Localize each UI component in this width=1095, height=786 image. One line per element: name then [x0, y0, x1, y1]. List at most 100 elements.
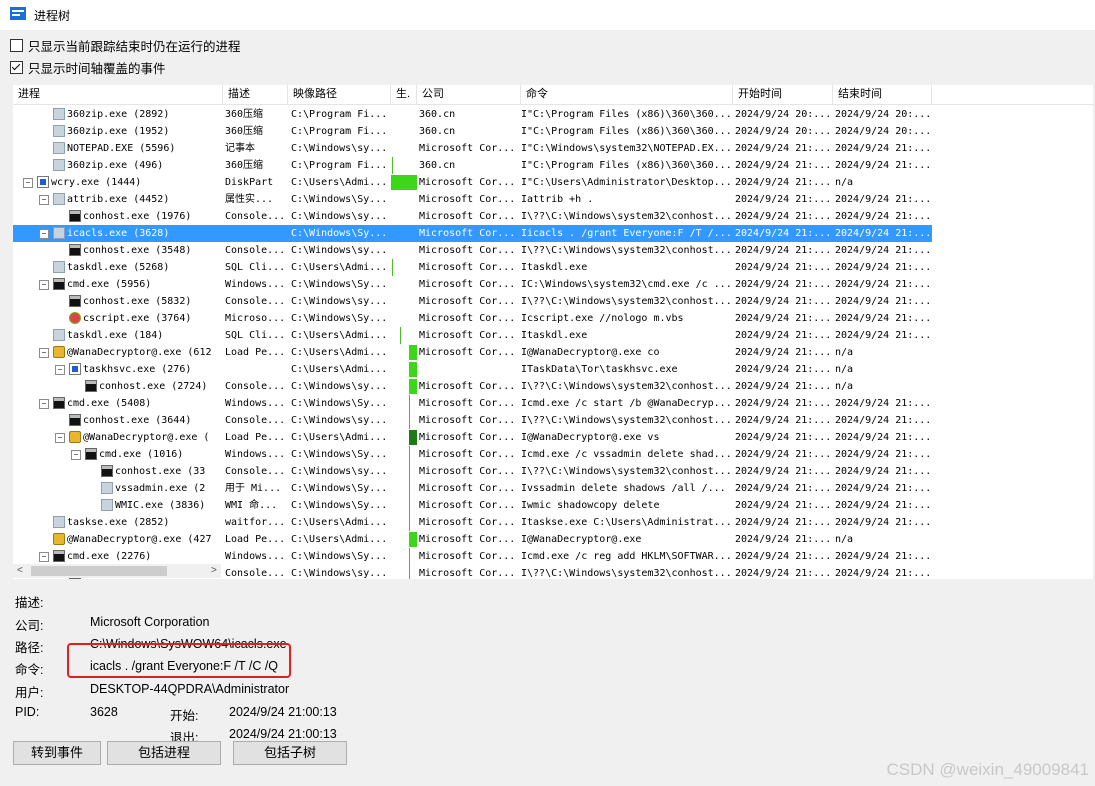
table-row[interactable]: − cmd.exe (5956) Windows... C:\Windows\Sy..…	[13, 276, 932, 293]
horizontal-scrollbar[interactable]: < >	[13, 564, 221, 578]
table-row[interactable]: − icacls.exe (3628) C:\Windows\Sy... Micros…	[13, 225, 932, 242]
goto-event-button[interactable]: 转到事件	[13, 741, 101, 765]
collapse-toggle-icon[interactable]: −	[39, 195, 49, 205]
col-header-path[interactable]: 映像路径	[288, 85, 391, 104]
process-command: Icscript.exe //nologo m.vbs	[521, 313, 684, 324]
table-row[interactable]: WMIC.exe (3836) WMI 命... C:\Windows\Sy... M…	[13, 497, 932, 514]
process-company: Microsoft Cor...	[419, 483, 516, 494]
table-row[interactable]: taskdl.exe (184) SQL Cli... C:\Users\Admi.…	[13, 327, 932, 344]
scroll-left-icon[interactable]: <	[17, 564, 23, 578]
wanadecryptor-icon	[69, 431, 81, 443]
table-row[interactable]: conhost.exe (1976) Console... C:\Windows\s…	[13, 208, 932, 225]
process-end-time: 2024/9/24 21:...	[835, 330, 931, 341]
col-header-command[interactable]: 命令	[521, 85, 733, 104]
timeline-marker	[409, 463, 410, 480]
collapse-toggle-icon[interactable]: −	[39, 348, 49, 358]
watermark: CSDN @weixin_49009841	[886, 760, 1089, 779]
table-row[interactable]: 360zip.exe (2892) 360压缩 C:\Program Fi... 36…	[13, 106, 932, 123]
table-row[interactable]: − @WanaDecryptor@.exe (Load Pe... C:\Users…	[13, 429, 932, 446]
table-row[interactable]: conhost.exe (3644) Console... C:\Windows\s…	[13, 412, 932, 429]
timeline-bar	[409, 345, 417, 360]
timeline-cell	[391, 157, 417, 174]
table-row[interactable]: conhost.exe (5832) Console... C:\Windows\s…	[13, 293, 932, 310]
table-row[interactable]: cscript.exe (3764) Microso... C:\Windows\S…	[13, 310, 932, 327]
process-start-time: 2024/9/24 21:...	[735, 262, 831, 273]
col-header-life[interactable]: 生.	[391, 85, 417, 104]
include-subtree-button[interactable]: 包括子树	[233, 741, 347, 765]
table-row[interactable]: @WanaDecryptor@.exe (427 Load Pe... C:\Use…	[13, 531, 932, 548]
process-name: icacls.exe (3628)	[67, 228, 170, 239]
scrollbar-thumb[interactable]	[31, 566, 167, 576]
table-row[interactable]: − wcry.exe (1444) DiskPart C:\Users\Admi...…	[13, 174, 932, 191]
timeline-marker	[409, 497, 410, 514]
exe-icon	[53, 516, 65, 528]
timeline-cell	[391, 514, 417, 531]
collapse-toggle-icon[interactable]: −	[23, 178, 33, 188]
col-header-process[interactable]: 进程	[13, 85, 223, 104]
process-tree-grid[interactable]: 进程 描述 映像路径 生. 公司 命令 开始时间 结束时间 360zip.exe…	[13, 85, 1093, 579]
table-row[interactable]: − @WanaDecryptor@.exe (612 Load Pe... C:\Us…	[13, 344, 932, 361]
table-row[interactable]: taskdl.exe (5268) SQL Cli... C:\Users\Admi…	[13, 259, 932, 276]
scroll-right-icon[interactable]: >	[211, 564, 217, 578]
option-timeline-events[interactable]: 只显示时间轴覆盖的事件	[10, 59, 166, 76]
timeline-marker	[400, 327, 401, 344]
collapse-toggle-icon[interactable]: −	[39, 229, 49, 239]
collapse-toggle-icon[interactable]: −	[55, 365, 65, 375]
process-image-path: C:\Windows\sy...	[291, 381, 388, 392]
timeline-marker	[409, 548, 410, 565]
process-end-time: 2024/9/24 20:...	[835, 109, 931, 120]
process-image-path: C:\Windows\sy...	[291, 415, 388, 426]
process-name: wcry.exe (1444)	[51, 177, 142, 188]
process-command: Iwmic shadowcopy delete	[521, 500, 660, 511]
timeline-cell	[391, 327, 417, 344]
timeline-cell	[391, 106, 417, 123]
process-command: Itaskse.exe C:\Users\Administrat...	[521, 517, 731, 528]
table-row[interactable]: conhost.exe (33 Console... C:\Windows\sy..…	[13, 463, 932, 480]
table-row[interactable]: − taskhsvc.exe (276) C:\Users\Admi... ITask…	[13, 361, 932, 378]
process-company: Microsoft Cor...	[419, 211, 516, 222]
timeline-cell	[391, 191, 417, 208]
col-header-start-time[interactable]: 开始时间	[733, 85, 833, 104]
process-start-time: 2024/9/24 21:...	[735, 228, 831, 239]
col-header-end-time[interactable]: 结束时间	[833, 85, 932, 104]
process-start-time: 2024/9/24 21:...	[735, 296, 831, 307]
process-image-path: C:\Windows\Sy...	[291, 194, 388, 205]
process-description: Console...	[225, 296, 286, 307]
table-row[interactable]: 360zip.exe (496) 360压缩 C:\Program Fi... 360…	[13, 157, 932, 174]
collapse-toggle-icon[interactable]: −	[55, 433, 65, 443]
table-row[interactable]: vssadmin.exe (2 用于 Mi... C:\Windows\Sy... M…	[13, 480, 932, 497]
table-row[interactable]: NOTEPAD.EXE (5596) 记事本 C:\Windows\sy... Mic…	[13, 140, 932, 157]
table-row[interactable]: − cmd.exe (1016) Windows... C:\Windows\Sy..…	[13, 446, 932, 463]
table-row[interactable]: conhost.exe (2724) Console... C:\Windows\s…	[13, 378, 932, 395]
process-command: I"C:\Program Files (x86)\360\360...	[521, 126, 731, 137]
process-command: I@WanaDecryptor@.exe co	[521, 347, 660, 358]
timeline-bar	[409, 362, 417, 377]
table-row[interactable]: − cmd.exe (2276) Windows... C:\Windows\Sy..…	[13, 548, 932, 565]
checkbox-timeline-events[interactable]	[10, 60, 23, 74]
col-header-desc[interactable]: 描述	[223, 85, 288, 104]
process-name: @WanaDecryptor@.exe (	[83, 432, 210, 443]
collapse-toggle-icon[interactable]: −	[39, 399, 49, 409]
process-command: Ivssadmin delete shadows /all /...	[521, 483, 726, 494]
col-header-company[interactable]: 公司	[417, 85, 521, 104]
table-row[interactable]: − cmd.exe (5408) Windows... C:\Windows\Sy..…	[13, 395, 932, 412]
include-process-button[interactable]: 包括进程	[107, 741, 221, 765]
process-description: Load Pe...	[225, 347, 286, 358]
process-company: Microsoft Cor...	[419, 398, 516, 409]
process-name: cmd.exe (1016)	[99, 449, 184, 460]
console-icon	[69, 244, 81, 256]
collapse-toggle-icon[interactable]: −	[39, 552, 49, 562]
checkbox-running-only[interactable]	[10, 38, 23, 52]
process-image-path: C:\Users\Admi...	[291, 432, 388, 443]
table-row[interactable]: taskse.exe (2852) waitfor... C:\Users\Admi…	[13, 514, 932, 531]
table-row[interactable]: conhost.exe (3548) Console... C:\Windows\s…	[13, 242, 932, 259]
process-company: Microsoft Cor...	[419, 245, 516, 256]
process-start-time: 2024/9/24 21:...	[735, 398, 831, 409]
grid-header: 进程 描述 映像路径 生. 公司 命令 开始时间 结束时间	[13, 85, 1093, 105]
process-start-time: 2024/9/24 21:...	[735, 347, 831, 358]
table-row[interactable]: 360zip.exe (1952) 360压缩 C:\Program Fi... 36…	[13, 123, 932, 140]
collapse-toggle-icon[interactable]: −	[39, 280, 49, 290]
collapse-toggle-icon[interactable]: −	[71, 450, 81, 460]
option-running-only[interactable]: 只显示当前跟踪结束时仍在运行的进程	[10, 37, 241, 54]
table-row[interactable]: − attrib.exe (4452) 属性实... C:\Windows\Sy...…	[13, 191, 932, 208]
